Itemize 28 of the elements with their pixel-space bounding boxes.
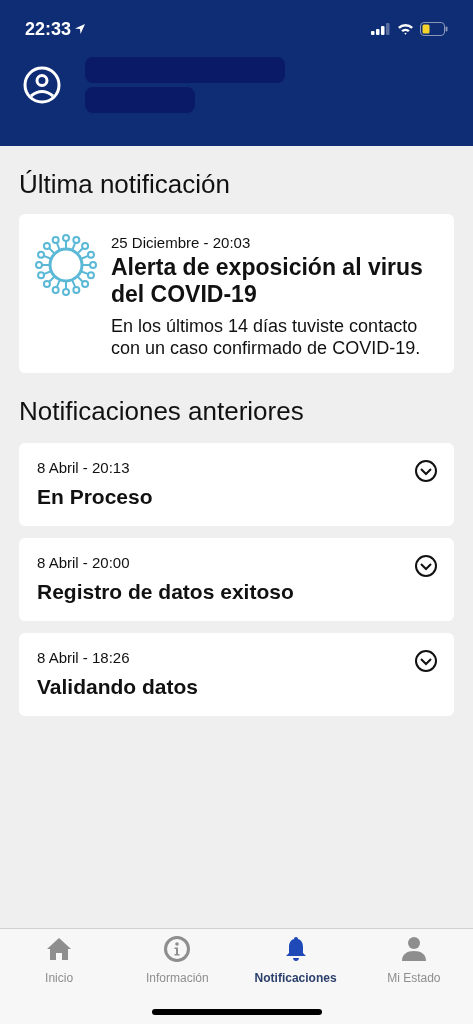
notification-date: 25 Diciembre - 20:03	[111, 234, 252, 252]
notification-title: Validando datos	[37, 674, 199, 700]
location-arrow-icon	[74, 23, 87, 35]
signal-icon	[371, 23, 391, 35]
info-icon	[163, 935, 192, 963]
notification-title: En Proceso	[37, 484, 153, 510]
user-avatar-icon[interactable]	[23, 66, 61, 104]
notification-card[interactable]: 8 Abril - 20:00 Registro de datos exitoso	[19, 538, 454, 621]
notification-card[interactable]: 8 Abril - 20:13 En Proceso	[19, 443, 454, 526]
notification-card[interactable]: 8 Abril - 18:26 Validando datos	[19, 633, 454, 716]
chevron-down-icon[interactable]	[414, 554, 438, 578]
chevron-down-icon[interactable]	[414, 459, 438, 483]
section-heading: Última notificación	[19, 168, 231, 200]
chevron-down-icon[interactable]	[414, 649, 438, 673]
tab[interactable]: Notificaciones	[236, 935, 355, 987]
virus-icon	[35, 234, 97, 296]
person-icon	[399, 935, 428, 963]
wifi-icon	[397, 23, 414, 35]
notification-card[interactable]: 25 Diciembre - 20:03 Alerta de exposición al virus del COVID-19 En los últimos 14 días tuviste contacto con un caso confirmado de COVID-19.	[19, 214, 454, 373]
notification-body: En los últimos 14 días tuviste contacto con un caso confirmado de COVID-19.	[111, 315, 422, 359]
notification-date: 8 Abril - 18:26	[37, 649, 131, 667]
notification-title: Alerta de exposición al virus del COVID-19	[111, 254, 424, 308]
section-heading: Notificaciones anteriores	[19, 395, 305, 427]
notification-title: Registro de datos exitoso	[37, 579, 294, 605]
notification-date: 8 Abril - 20:00	[37, 554, 131, 572]
battery-icon	[420, 22, 448, 36]
status-time: 22:33	[25, 17, 72, 41]
notification-date: 8 Abril - 20:13	[37, 459, 131, 477]
